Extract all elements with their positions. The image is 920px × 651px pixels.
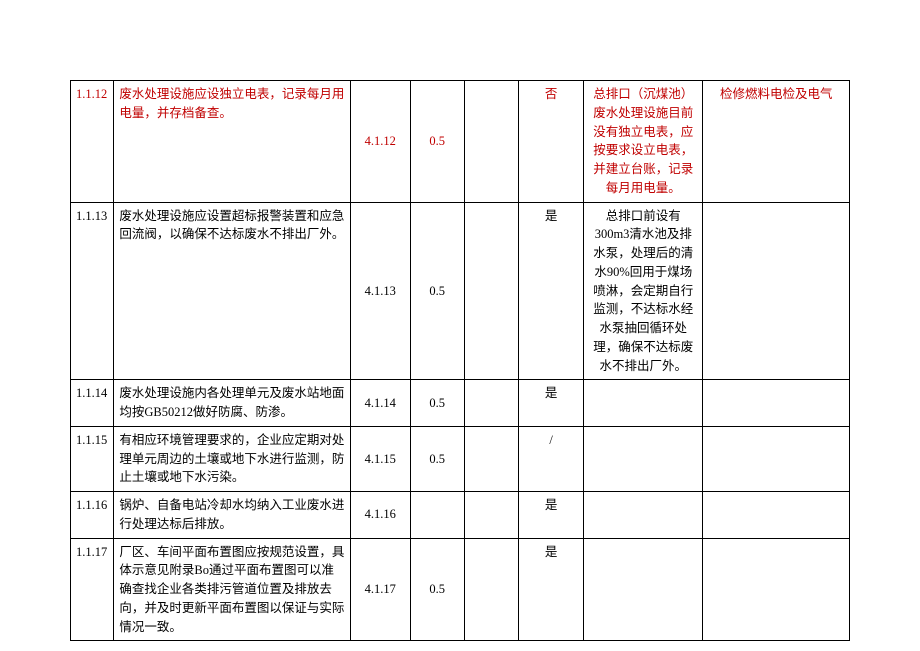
cell-status: 总排口前设有300m3清水池及排水泵，处理后的清水90%回用于煤场喷淋，会定期自… bbox=[584, 202, 703, 380]
cell-status bbox=[584, 492, 703, 539]
cell-blank bbox=[464, 492, 518, 539]
cell-ref: 4.1.13 bbox=[350, 202, 410, 380]
cell-blank bbox=[464, 202, 518, 380]
cell-ref: 4.1.15 bbox=[350, 426, 410, 491]
cell-desc: 厂区、车间平面布置图应按规范设置，具体示意见附录Bo通过平面布置图可以准确查找企… bbox=[114, 538, 351, 641]
cell-compliance: 否 bbox=[519, 81, 584, 203]
cell-score: 0.5 bbox=[410, 380, 464, 427]
cell-blank bbox=[464, 81, 518, 203]
cell-score: 0.5 bbox=[410, 202, 464, 380]
cell-ref: 4.1.17 bbox=[350, 538, 410, 641]
cell-ref: 4.1.14 bbox=[350, 380, 410, 427]
table-row: 1.1.16锅炉、自备电站冷却水均纳入工业废水进行处理达标后排放。4.1.16 是 bbox=[71, 492, 850, 539]
table-row: 1.1.17厂区、车间平面布置图应按规范设置，具体示意见附录Bo通过平面布置图可… bbox=[71, 538, 850, 641]
cell-blank bbox=[464, 426, 518, 491]
cell-num: 1.1.16 bbox=[71, 492, 114, 539]
cell-responsible bbox=[703, 380, 850, 427]
cell-desc: 废水处理设施内各处理单元及废水站地面均按GB50212做好防腐、防渗。 bbox=[114, 380, 351, 427]
compliance-table: 1.1.12废水处理设施应设独立电表，记录每月用电量，并存档备查。4.1.120… bbox=[70, 80, 850, 641]
cell-num: 1.1.15 bbox=[71, 426, 114, 491]
cell-score bbox=[410, 492, 464, 539]
cell-ref: 4.1.12 bbox=[350, 81, 410, 203]
cell-responsible bbox=[703, 426, 850, 491]
cell-num: 1.1.13 bbox=[71, 202, 114, 380]
cell-blank bbox=[464, 538, 518, 641]
cell-status bbox=[584, 380, 703, 427]
cell-compliance: 是 bbox=[519, 538, 584, 641]
cell-desc: 锅炉、自备电站冷却水均纳入工业废水进行处理达标后排放。 bbox=[114, 492, 351, 539]
cell-responsible bbox=[703, 492, 850, 539]
cell-responsible: 检修燃料电检及电气 bbox=[703, 81, 850, 203]
cell-status bbox=[584, 426, 703, 491]
cell-compliance: / bbox=[519, 426, 584, 491]
cell-num: 1.1.17 bbox=[71, 538, 114, 641]
cell-score: 0.5 bbox=[410, 81, 464, 203]
cell-compliance: 是 bbox=[519, 202, 584, 380]
cell-responsible bbox=[703, 538, 850, 641]
document-page: 1.1.12废水处理设施应设独立电表，记录每月用电量，并存档备查。4.1.120… bbox=[0, 0, 920, 651]
cell-desc: 有相应环境管理要求的，企业应定期对处理单元周边的土壤或地下水进行监测，防止土壤或… bbox=[114, 426, 351, 491]
cell-ref: 4.1.16 bbox=[350, 492, 410, 539]
table-row: 1.1.15有相应环境管理要求的，企业应定期对处理单元周边的土壤或地下水进行监测… bbox=[71, 426, 850, 491]
cell-responsible bbox=[703, 202, 850, 380]
cell-desc: 废水处理设施应设独立电表，记录每月用电量，并存档备查。 bbox=[114, 81, 351, 203]
cell-score: 0.5 bbox=[410, 426, 464, 491]
cell-num: 1.1.12 bbox=[71, 81, 114, 203]
cell-score: 0.5 bbox=[410, 538, 464, 641]
cell-status: 总排口（沉煤池）废水处理设施目前没有独立电表，应按要求设立电表，并建立台账，记录… bbox=[584, 81, 703, 203]
cell-num: 1.1.14 bbox=[71, 380, 114, 427]
cell-compliance: 是 bbox=[519, 380, 584, 427]
cell-status bbox=[584, 538, 703, 641]
table-row: 1.1.14废水处理设施内各处理单元及废水站地面均按GB50212做好防腐、防渗… bbox=[71, 380, 850, 427]
table-row: 1.1.12废水处理设施应设独立电表，记录每月用电量，并存档备查。4.1.120… bbox=[71, 81, 850, 203]
table-row: 1.1.13废水处理设施应设置超标报警装置和应急回流阀，以确保不达标废水不排出厂… bbox=[71, 202, 850, 380]
cell-compliance: 是 bbox=[519, 492, 584, 539]
cell-desc: 废水处理设施应设置超标报警装置和应急回流阀，以确保不达标废水不排出厂外。 bbox=[114, 202, 351, 380]
cell-blank bbox=[464, 380, 518, 427]
